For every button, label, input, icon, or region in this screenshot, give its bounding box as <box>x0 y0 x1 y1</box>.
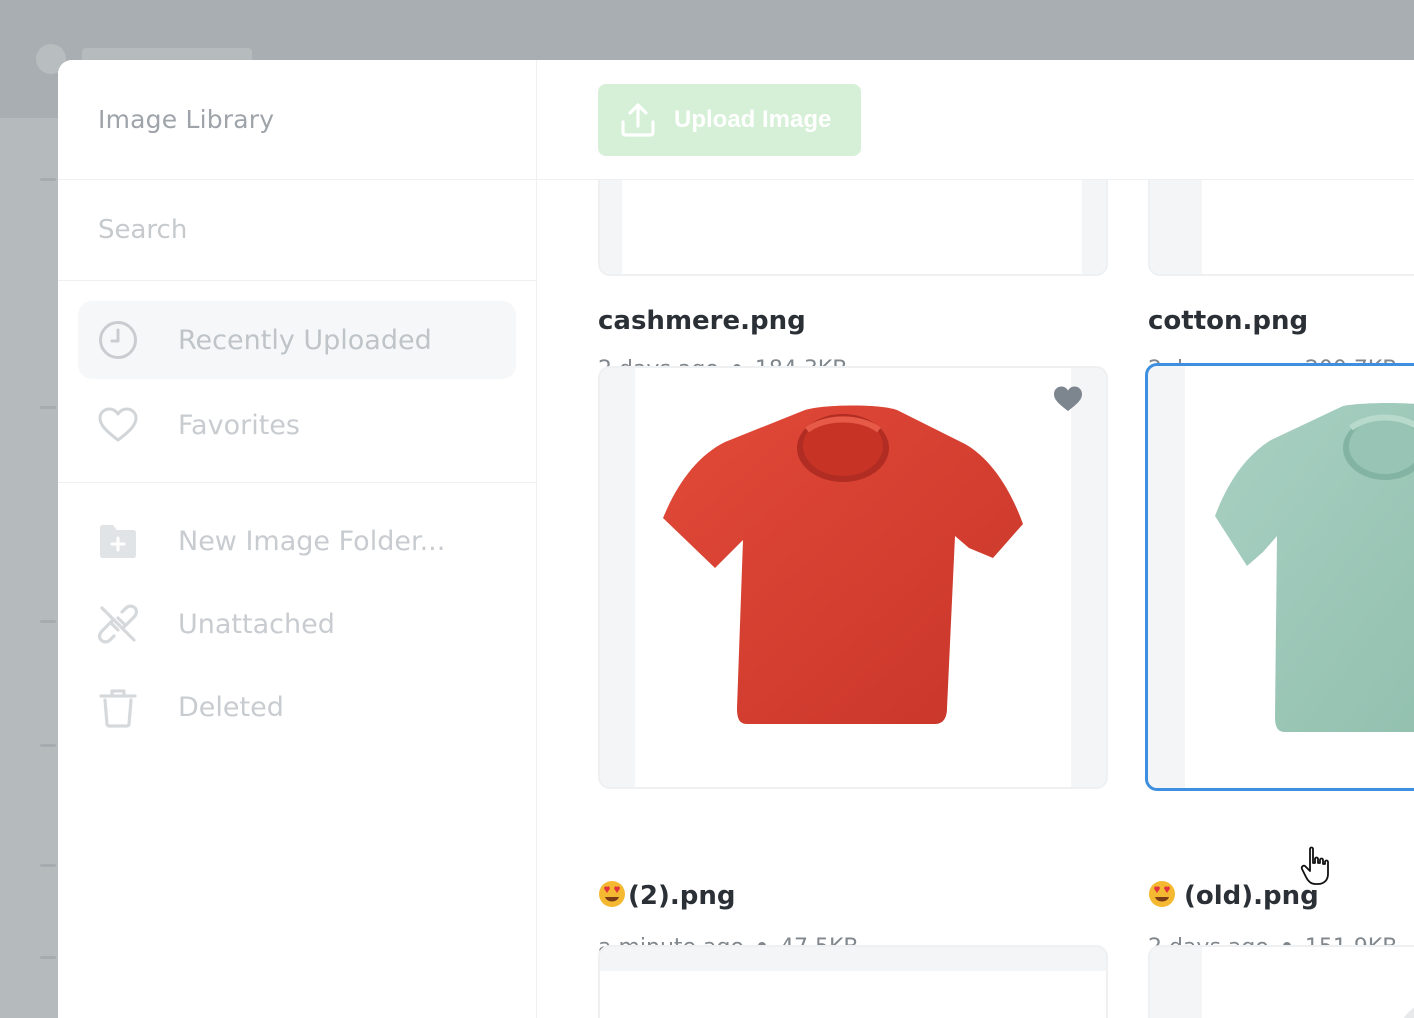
image-filename: cashmere.png <box>598 306 806 336</box>
image-grid-area: Upload Image cashmere.png 2 days ago184.… <box>537 60 1414 1018</box>
background-nav-line <box>40 744 56 747</box>
image-filename-text: (old).png <box>1184 881 1319 911</box>
green-tshirt-image <box>1215 403 1414 732</box>
sidebar-item-deleted[interactable]: Deleted <box>78 667 516 747</box>
hand-pointer-cursor-icon <box>1300 846 1329 885</box>
image-filename: (2).png <box>598 880 735 911</box>
modal-title: Image Library <box>98 105 275 134</box>
image-thumbnail[interactable] <box>598 945 1108 1018</box>
sidebar-item-label: Recently Uploaded <box>178 324 432 356</box>
background-nav-line <box>40 178 56 181</box>
upload-image-label: Upload Image <box>674 106 832 133</box>
sidebar-item-label: Deleted <box>178 691 284 723</box>
heart-eyes-emoji-icon <box>1149 881 1175 907</box>
sidebar: Image Library Recently Uploaded Favorite… <box>58 60 537 1018</box>
favorite-heart-icon[interactable] <box>1053 385 1083 413</box>
search-bar <box>58 180 536 281</box>
background-nav-line <box>40 956 56 959</box>
background-nav-line <box>40 406 56 409</box>
sidebar-nav: Recently Uploaded Favorites <box>58 281 536 483</box>
upload-icon <box>621 103 655 137</box>
image-filename-text: (2).png <box>628 881 736 911</box>
image-thumbnail[interactable] <box>1148 945 1414 1018</box>
sidebar-item-favorites[interactable]: Favorites <box>78 386 516 464</box>
folder-plus-icon <box>98 521 138 561</box>
image-filename: cotton.png <box>1148 306 1309 336</box>
image-filename: (old).png <box>1148 880 1319 911</box>
red-tshirt-image <box>663 405 1023 724</box>
heart-icon <box>98 405 138 445</box>
sidebar-item-label: New Image Folder... <box>178 525 446 557</box>
upload-image-button[interactable]: Upload Image <box>598 84 861 156</box>
image-thumbnail[interactable] <box>598 366 1108 789</box>
image-library-modal: Image Library Recently Uploaded Favorite… <box>58 60 1414 1018</box>
background-nav-line <box>40 864 56 867</box>
sidebar-item-label: Favorites <box>178 409 300 441</box>
sidebar-folders: New Image Folder... Unattached Deleted <box>58 483 536 770</box>
clock-icon <box>98 320 138 360</box>
background-nav-line <box>40 620 56 623</box>
trash-icon <box>98 687 138 728</box>
new-image-folder-button[interactable]: New Image Folder... <box>78 501 516 581</box>
heart-eyes-emoji-icon <box>599 881 625 907</box>
image-thumbnail[interactable] <box>1145 363 1414 791</box>
sidebar-item-unattached[interactable]: Unattached <box>78 584 516 664</box>
sidebar-header: Image Library <box>58 60 536 180</box>
sidebar-item-recently-uploaded[interactable]: Recently Uploaded <box>78 301 516 379</box>
sidebar-item-label: Unattached <box>178 608 335 640</box>
search-input[interactable] <box>98 215 478 245</box>
toolbar: Upload Image <box>537 60 1414 180</box>
white-product-image <box>1403 1007 1414 1018</box>
unlink-icon <box>98 604 138 644</box>
